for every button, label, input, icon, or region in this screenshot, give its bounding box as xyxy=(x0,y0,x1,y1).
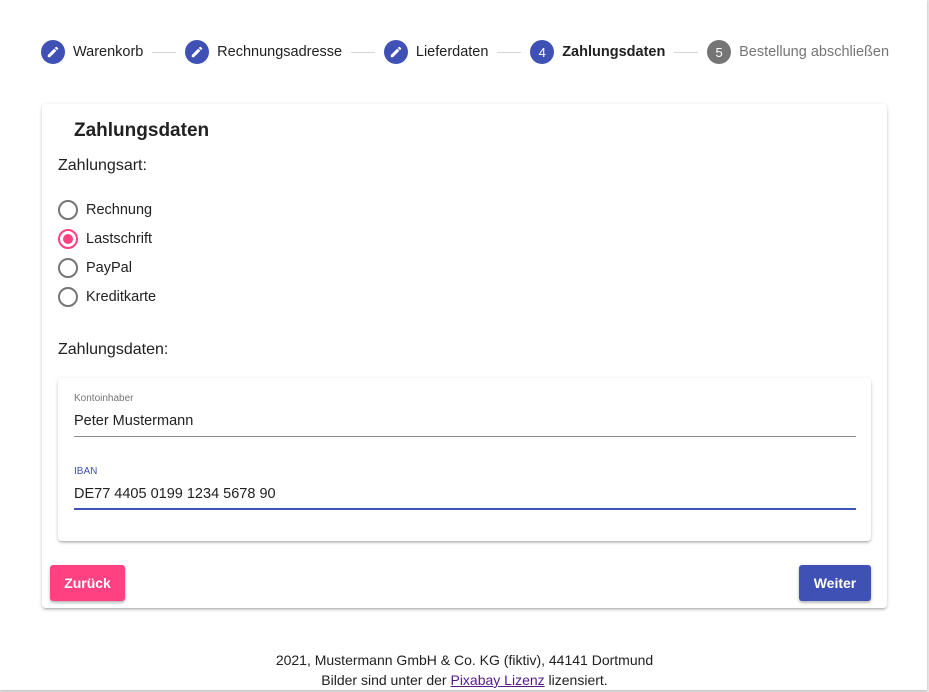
step-zahlungsdaten[interactable]: 4 Zahlungsdaten xyxy=(530,40,665,64)
step-connector xyxy=(674,51,699,53)
footer-license-prefix: Bilder sind unter der xyxy=(321,672,447,688)
step-number: 5 xyxy=(707,40,732,64)
next-button[interactable]: Weiter xyxy=(799,565,871,601)
payment-card: Zahlungsdaten Zahlungsart: Rechnung Last… xyxy=(42,104,887,608)
step-warenkorb[interactable]: Warenkorb xyxy=(41,40,143,64)
account-holder-field: Kontoinhaber xyxy=(74,393,856,437)
step-rechnungsadresse[interactable]: Rechnungsadresse xyxy=(185,40,342,64)
page: Warenkorb Rechnungsadresse Lieferdaten 4… xyxy=(0,0,927,690)
payment-method-label: Zahlungsart: xyxy=(58,157,147,174)
account-holder-label: Kontoinhaber xyxy=(74,393,134,404)
radio-label[interactable]: Lastschrift xyxy=(86,231,152,247)
radio-label[interactable]: Rechnung xyxy=(86,202,152,218)
radio-paypal[interactable]: PayPal xyxy=(58,253,156,282)
radio-unchecked-icon[interactable] xyxy=(58,286,78,307)
step-label: Warenkorb xyxy=(73,44,144,60)
pixabay-license-link[interactable]: Pixabay Lizenz xyxy=(450,672,544,688)
pencil-icon xyxy=(41,40,65,64)
footer-license: Bilder sind unter der Pixabay Lizenz liz… xyxy=(0,670,929,690)
radio-rechnung[interactable]: Rechnung xyxy=(58,195,156,224)
card-title: Zahlungsdaten xyxy=(74,120,210,141)
pencil-icon xyxy=(185,40,210,64)
radio-unchecked-icon[interactable] xyxy=(58,257,78,278)
step-lieferdaten[interactable]: Lieferdaten xyxy=(383,40,489,64)
step-connector xyxy=(152,51,177,53)
payment-data-card: Kontoinhaber IBAN xyxy=(58,378,871,541)
footer-copyright: 2021, Mustermann GmbH & Co. KG (fiktiv),… xyxy=(275,652,654,668)
footer-license-suffix: lizensiert. xyxy=(548,672,608,688)
back-button[interactable]: Zurück xyxy=(50,565,125,601)
step-number: 4 xyxy=(530,40,555,64)
footer: 2021, Mustermann GmbH & Co. KG (fiktiv),… xyxy=(0,650,929,690)
step-label: Bestellung abschließen xyxy=(739,44,890,60)
step-connector xyxy=(351,51,375,53)
pencil-icon xyxy=(383,40,408,64)
radio-lastschrift[interactable]: Lastschrift xyxy=(58,224,156,253)
step-label: Rechnungsadresse xyxy=(217,44,343,60)
radio-label[interactable]: PayPal xyxy=(86,260,132,276)
radio-dot xyxy=(63,233,73,244)
payment-method-radio-group: Rechnung Lastschrift PayPal Kreditkarte xyxy=(58,195,156,311)
iban-label: IBAN xyxy=(74,466,98,477)
radio-label[interactable]: Kreditkarte xyxy=(86,289,156,305)
step-label: Lieferdaten xyxy=(415,44,489,60)
iban-input[interactable] xyxy=(74,480,856,510)
radio-kreditkarte[interactable]: Kreditkarte xyxy=(58,282,156,311)
step-label: Zahlungsdaten xyxy=(562,44,666,60)
step-bestellung-abschliessen[interactable]: 5 Bestellung abschließen xyxy=(707,40,889,64)
account-holder-input[interactable] xyxy=(74,407,856,437)
radio-checked-icon[interactable] xyxy=(58,228,78,249)
step-connector xyxy=(497,51,522,53)
checkout-stepper: Warenkorb Rechnungsadresse Lieferdaten 4… xyxy=(41,38,889,66)
iban-field: IBAN xyxy=(74,466,856,510)
radio-unchecked-icon[interactable] xyxy=(58,199,78,220)
payment-data-label: Zahlungsdaten: xyxy=(58,341,169,358)
